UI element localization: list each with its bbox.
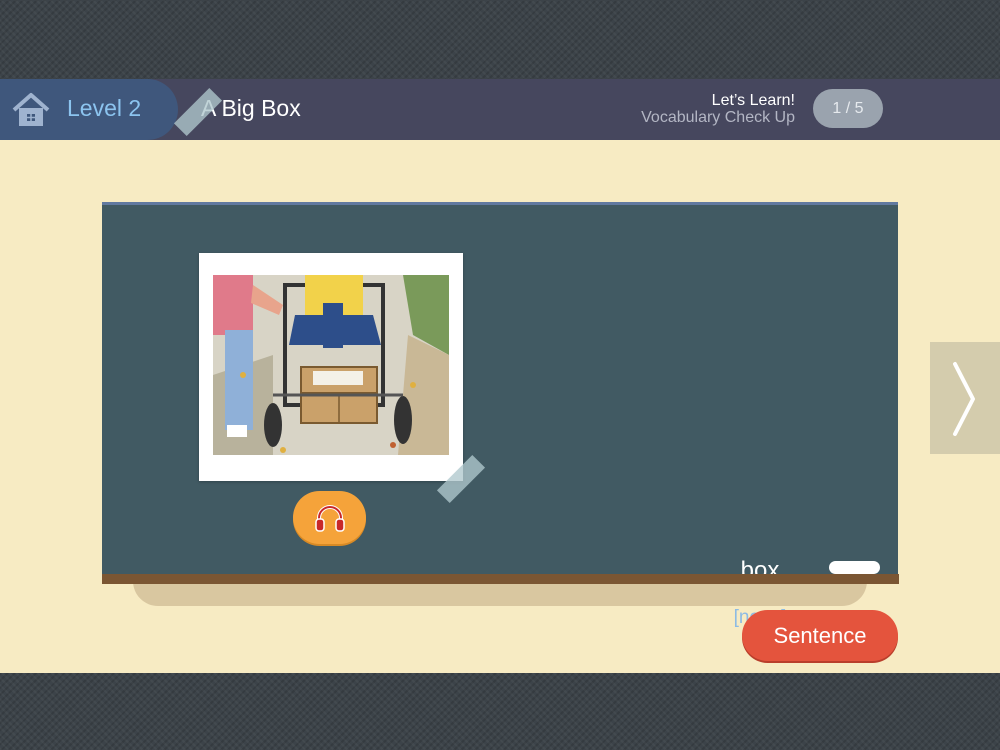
next-page-button[interactable] bbox=[930, 342, 1000, 454]
activity-title: Let’s Learn! bbox=[711, 92, 795, 109]
page-counter: 1 / 5 bbox=[813, 89, 883, 128]
vocabulary-picture-card bbox=[199, 253, 463, 481]
content-area: box [noun] bbox=[0, 140, 1000, 673]
chalk-ledge bbox=[102, 574, 899, 584]
sentence-button[interactable]: Sentence bbox=[742, 610, 898, 661]
activity-name: Let’s Learn! Vocabulary Check Up bbox=[641, 92, 795, 126]
level-home-button[interactable]: Level 2 bbox=[0, 79, 178, 140]
chalk-piece bbox=[829, 561, 880, 574]
chevron-right-icon bbox=[953, 362, 975, 436]
top-bar: Level 2 A Big Box Let’s Learn! Vocabular… bbox=[0, 79, 1000, 140]
headphones-icon bbox=[315, 505, 345, 532]
activity-subtitle: Vocabulary Check Up bbox=[641, 109, 795, 126]
stroller-box-illustration bbox=[213, 275, 449, 455]
play-audio-button[interactable] bbox=[293, 491, 366, 544]
chalkboard: box [noun] bbox=[102, 202, 898, 628]
level-label: Level 2 bbox=[67, 95, 142, 121]
home-icon bbox=[12, 93, 50, 126]
